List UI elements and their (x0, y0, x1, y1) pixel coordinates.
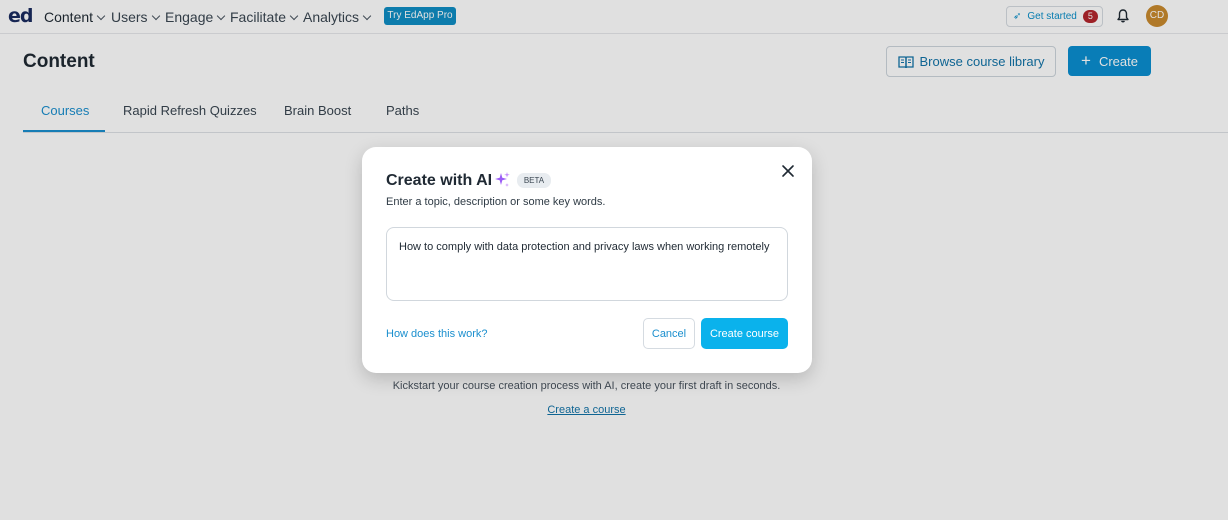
topic-input[interactable]: How to comply with data protection and p… (386, 227, 788, 301)
sparkle-icon (495, 172, 510, 187)
how-does-this-work-link[interactable]: How does this work? (386, 328, 488, 340)
dialog-title: Create with AI (386, 172, 493, 189)
beta-badge: BETA (517, 173, 551, 188)
cancel-button-label: Cancel (651, 327, 687, 340)
create-course-button-label: Create course (709, 327, 780, 340)
create-course-button[interactable]: Create course (701, 318, 788, 349)
close-icon[interactable] (780, 163, 796, 179)
cancel-button[interactable]: Cancel (643, 318, 695, 349)
create-with-ai-dialog: Create with AI BETA Enter a topic, descr… (362, 147, 812, 373)
dialog-subtitle: Enter a topic, description or some key w… (386, 196, 606, 208)
